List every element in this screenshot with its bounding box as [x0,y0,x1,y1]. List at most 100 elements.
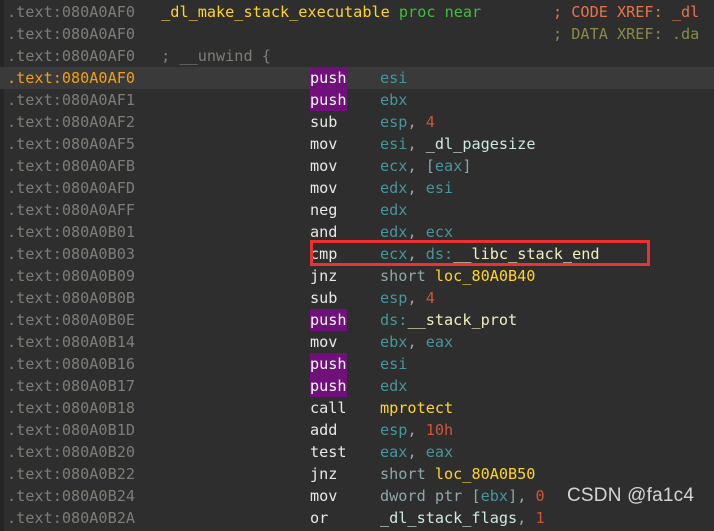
disassembly-line[interactable]: .text:080A0B20 test eax, eax [0,441,714,463]
mnemonic[interactable]: push [310,353,347,375]
line-body: neg edx [152,201,407,219]
operands[interactable]: edx, ecx [380,223,453,241]
mnemonic[interactable]: push [310,67,347,89]
disassembly-line[interactable]: .text:080A0B17 push edx [0,375,714,397]
disassembly-line[interactable]: .text:080A0AF0 _dl_make_stack_executable… [0,1,714,23]
mnemonic[interactable]: mov [310,155,380,177]
operands[interactable]: short loc_80A0B40 [380,267,535,285]
mnemonic[interactable]: test [310,441,380,463]
operands[interactable]: _dl_stack_flags, 1 [380,509,545,527]
mnemonic[interactable]: push [310,375,347,397]
disassembly-line[interactable]: .text:080A0B2A or _dl_stack_flags, 1 [0,507,714,529]
operands[interactable]: ecx, [eax] [380,157,472,175]
line-body: mov esi, _dl_pagesize [152,135,535,153]
mnemonic[interactable]: push [310,309,347,331]
disassembly-line[interactable]: .text:080A0AF2 sub esp, 4 [0,111,714,133]
line-body: push esi [152,353,407,375]
mnemonic[interactable]: mov [310,177,380,199]
line-body: add esp, 10h [152,421,453,439]
line-address: .text:080A0B09 [7,267,136,285]
line-address: .text:080A0B14 [7,333,136,351]
line-address: .text:080A0AFF [7,201,136,219]
operands[interactable]: short loc_80A0B50 [380,465,535,483]
mnemonic[interactable]: or [310,507,380,529]
disassembly-line[interactable]: .text:080A0B22 jnz short loc_80A0B50 [0,463,714,485]
line-address: .text:080A0B16 [7,355,136,373]
disassembly-line[interactable]: .text:080A0AF0 ; DATA XREF: .da [0,23,714,45]
line-body: ; __unwind { [152,47,271,65]
disassembly-line[interactable]: .text:080A0AFD mov edx, esi [0,177,714,199]
disassembly-line[interactable]: .text:080A0B03 cmp ecx, ds:__libc_stack_en… [0,243,714,265]
disassembly-line[interactable]: .text:080A0AFB mov ecx, [eax] [0,155,714,177]
disassembly-line[interactable]: .text:080A0B14 mov ebx, eax [0,331,714,353]
disassembly-line[interactable]: .text:080A0B09 jnz short loc_80A0B40 [0,265,714,287]
mnemonic[interactable]: add [310,419,380,441]
operands[interactable]: ebx [380,91,407,109]
function-name[interactable]: _dl_make_stack_executable [161,3,390,21]
mnemonic[interactable]: push [310,89,347,111]
disassembly-view[interactable]: .text:080A0AF0 _dl_make_stack_executable… [0,0,714,531]
mnemonic[interactable]: jnz [310,265,380,287]
line-body: push ds:__stack_prot [152,309,517,331]
operands[interactable]: esp, 10h [380,421,453,439]
watermark-text: CSDN @fa1c4 [567,485,695,506]
line-body: sub esp, 4 [152,113,435,131]
line-address: .text:080A0AF0 [7,47,136,65]
operands[interactable]: esp, 4 [380,113,435,131]
disassembly-line[interactable]: .text:080A0B0E push ds:__stack_prot [0,309,714,331]
operands[interactable]: edx, esi [380,179,453,197]
operands[interactable]: edx [380,377,407,395]
mnemonic[interactable]: mov [310,485,380,507]
disassembly-line[interactable]: .text:080A0B16 push esi [0,353,714,375]
line-address: .text:080A0AF0 [7,25,136,43]
line-address: .text:080A0B20 [7,443,136,461]
disassembly-line[interactable]: .text:080A0AF5 mov esi, _dl_pagesize [0,133,714,155]
operands[interactable]: esi, _dl_pagesize [380,135,535,153]
line-body: call mprotect [152,399,453,417]
disassembly-lines[interactable]: .text:080A0AF0 _dl_make_stack_executable… [0,0,714,529]
mnemonic[interactable]: cmp [310,243,380,265]
operands[interactable]: eax, eax [380,443,453,461]
mnemonic[interactable]: sub [310,287,380,309]
disassembly-line[interactable]: .text:080A0AF0 ; __unwind { [0,45,714,67]
line-body: test eax, eax [152,443,453,461]
mnemonic[interactable]: call [310,397,380,419]
operands[interactable]: edx [380,201,407,219]
disassembly-line[interactable]: .text:080A0B1D add esp, 10h [0,419,714,441]
line-body: _dl_make_stack_executable proc near [152,3,481,21]
line-address: .text:080A0AFD [7,179,136,197]
operands[interactable]: ecx, ds:__libc_stack_end [380,245,600,263]
line-body: push esi [152,67,407,89]
operands[interactable]: mprotect [380,399,453,417]
line-body: jnz short loc_80A0B40 [152,267,535,285]
line-address: .text:080A0B03 [7,245,136,263]
disassembly-line[interactable]: .text:080A0B18 call mprotect [0,397,714,419]
operands[interactable]: ds:__stack_prot [380,311,517,329]
line-address: .text:080A0B0E [7,311,136,329]
mnemonic[interactable]: mov [310,331,380,353]
operands[interactable]: dword ptr [ebx], 0 [380,487,545,505]
line-body: cmp ecx, ds:__libc_stack_end [152,245,600,263]
data-xref-comment: ; DATA XREF: .da [553,25,700,43]
operands[interactable]: esi [380,355,407,373]
operands[interactable]: ebx, eax [380,333,453,351]
disassembly-line[interactable]: .text:080A0AF0 push esi [0,67,714,89]
line-address: .text:080A0AF0 [7,3,136,21]
mnemonic[interactable]: mov [310,133,380,155]
disassembly-line[interactable]: .text:080A0B01 and edx, ecx [0,221,714,243]
disassembly-line[interactable]: .text:080A0B0B sub esp, 4 [0,287,714,309]
line-address: .text:080A0B1D [7,421,136,439]
proc-keyword: proc near [398,3,482,21]
line-body: mov dword ptr [ebx], 0 [152,487,545,505]
mnemonic[interactable]: jnz [310,463,380,485]
line-address: .text:080A0AF5 [7,135,136,153]
mnemonic[interactable]: sub [310,111,380,133]
line-address: .text:080A0AF0 [7,69,136,87]
operands[interactable]: esp, 4 [380,289,435,307]
operands[interactable]: esi [380,69,407,87]
disassembly-line[interactable]: .text:080A0AFF neg edx [0,199,714,221]
disassembly-line[interactable]: .text:080A0AF1 push ebx [0,89,714,111]
mnemonic[interactable]: and [310,221,380,243]
line-body: or _dl_stack_flags, 1 [152,509,545,527]
mnemonic[interactable]: neg [310,199,380,221]
